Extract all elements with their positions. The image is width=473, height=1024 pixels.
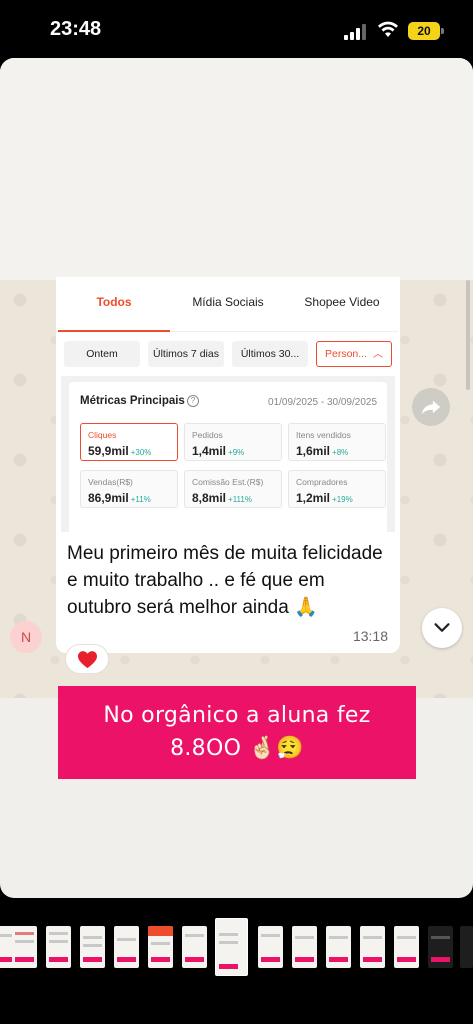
reaction-badge[interactable] xyxy=(65,644,109,674)
story-card: Todos Mídia Sociais Shopee Video Ontem Ú… xyxy=(0,58,473,898)
story-thumbnail[interactable] xyxy=(394,926,419,968)
story-thumbnail-strip xyxy=(0,916,473,976)
story-thumbnail[interactable] xyxy=(428,926,453,968)
wifi-icon xyxy=(378,21,398,37)
story-thumbnail[interactable] xyxy=(12,926,37,968)
battery-tip xyxy=(441,28,444,34)
metric-itens-vendidos[interactable]: Itens vendidos 1,6mil +8% xyxy=(288,423,386,461)
filter-7-dias[interactable]: Últimos 7 dias xyxy=(148,341,224,367)
date-range: 01/09/2025 - 30/09/2025 xyxy=(268,397,377,408)
metric-label: Compradores xyxy=(296,477,348,487)
story-thumbnail[interactable] xyxy=(114,926,139,968)
clock: 23:48 xyxy=(50,18,102,40)
metric-vendas[interactable]: Vendas(R$) 86,9mil +11% xyxy=(80,470,178,508)
story-thumbnail[interactable] xyxy=(148,926,173,968)
message-bubble[interactable]: Todos Mídia Sociais Shopee Video Ontem Ú… xyxy=(56,277,400,653)
metric-value: 86,9mil +11% xyxy=(88,491,151,505)
filter-personalizado[interactable]: Person... ︿ xyxy=(316,341,392,367)
metric-label: Comissão Est.(R$) xyxy=(192,477,264,487)
metric-change: +30% xyxy=(130,448,152,457)
story-thumbnail[interactable] xyxy=(326,926,351,968)
forward-button[interactable] xyxy=(412,388,450,426)
metric-compradores[interactable]: Compradores 1,2mil +19% xyxy=(288,470,386,508)
caption-line-2: 8.8OO 🤞🏻😮‍💨 xyxy=(170,736,304,761)
filter-30-dias[interactable]: Últimos 30... xyxy=(232,341,308,367)
metrics-card: Métricas Principais ? 01/09/2025 - 30/09… xyxy=(69,382,387,532)
story-thumbnail[interactable] xyxy=(182,926,207,968)
tab-shopee-video[interactable]: Shopee Video xyxy=(286,295,398,309)
signal-icon xyxy=(344,24,366,40)
metric-change: +11% xyxy=(130,495,151,504)
shopee-tabs: Todos Mídia Sociais Shopee Video xyxy=(58,295,398,335)
forward-icon xyxy=(421,400,441,415)
scroll-indicator xyxy=(466,280,470,390)
metrics-title: Métricas Principais xyxy=(80,395,185,407)
metric-value: 1,6mil +8% xyxy=(296,444,349,458)
metric-label: Itens vendidos xyxy=(296,430,351,440)
story-thumbnail[interactable] xyxy=(258,926,283,968)
chevron-down-icon xyxy=(434,623,450,632)
metric-change: +9% xyxy=(228,448,245,457)
story-thumbnail[interactable] xyxy=(80,926,105,968)
filter-personalizado-label: Person... xyxy=(324,348,368,360)
avatar[interactable]: N xyxy=(10,621,42,653)
story-thumbnail[interactable] xyxy=(292,926,317,968)
battery-icon: 20 xyxy=(408,22,440,40)
tab-midia-sociais[interactable]: Mídia Sociais xyxy=(170,295,286,309)
message-time: 13:18 xyxy=(352,628,388,644)
story-thumbnail-active[interactable] xyxy=(215,918,248,976)
message-text: Meu primeiro mês de muita felicidade e m… xyxy=(67,543,383,618)
story-thumbnail[interactable] xyxy=(460,926,473,968)
active-tab-indicator xyxy=(58,330,170,332)
blank-area xyxy=(0,58,473,280)
metric-cliques[interactable]: Cliques 59,9mil +30% xyxy=(80,423,178,461)
date-filters: Ontem Últimos 7 dias Últimos 30... Perso… xyxy=(64,341,394,367)
metric-label: Vendas(R$) xyxy=(88,477,133,487)
tab-todos[interactable]: Todos xyxy=(58,295,170,309)
shopee-screenshot[interactable]: Todos Mídia Sociais Shopee Video Ontem Ú… xyxy=(56,277,400,532)
metric-label: Cliques xyxy=(88,430,117,440)
metrics-section: Métricas Principais ? 01/09/2025 - 30/09… xyxy=(61,376,395,532)
filter-ontem[interactable]: Ontem xyxy=(64,341,140,367)
metric-pedidos[interactable]: Pedidos 1,4mil +9% xyxy=(184,423,282,461)
caption-line-1: No orgânico a aluna fez xyxy=(103,703,371,728)
story-caption: No orgânico a aluna fez 8.8OO 🤞🏻😮‍💨 xyxy=(58,686,416,779)
status-bar: 23:48 20 xyxy=(0,0,473,56)
metric-change: +111% xyxy=(228,495,252,504)
help-icon[interactable]: ? xyxy=(187,395,199,407)
chevron-up-icon: ︿ xyxy=(373,349,384,360)
scroll-down-button[interactable] xyxy=(422,608,462,648)
story-thumbnail[interactable] xyxy=(46,926,71,968)
metric-value: 8,8mil +111% xyxy=(192,491,252,505)
metric-value: 1,4mil +9% xyxy=(192,444,245,458)
heart-icon xyxy=(78,651,97,669)
metric-change: +8% xyxy=(332,448,349,457)
metric-value: 59,9mil +30% xyxy=(88,444,152,458)
metric-value: 1,2mil +19% xyxy=(296,491,353,505)
metric-comissao[interactable]: Comissão Est.(R$) 8,8mil +111% xyxy=(184,470,282,508)
metric-change: +19% xyxy=(332,495,353,504)
metric-label: Pedidos xyxy=(192,430,223,440)
story-thumbnail[interactable] xyxy=(360,926,385,968)
